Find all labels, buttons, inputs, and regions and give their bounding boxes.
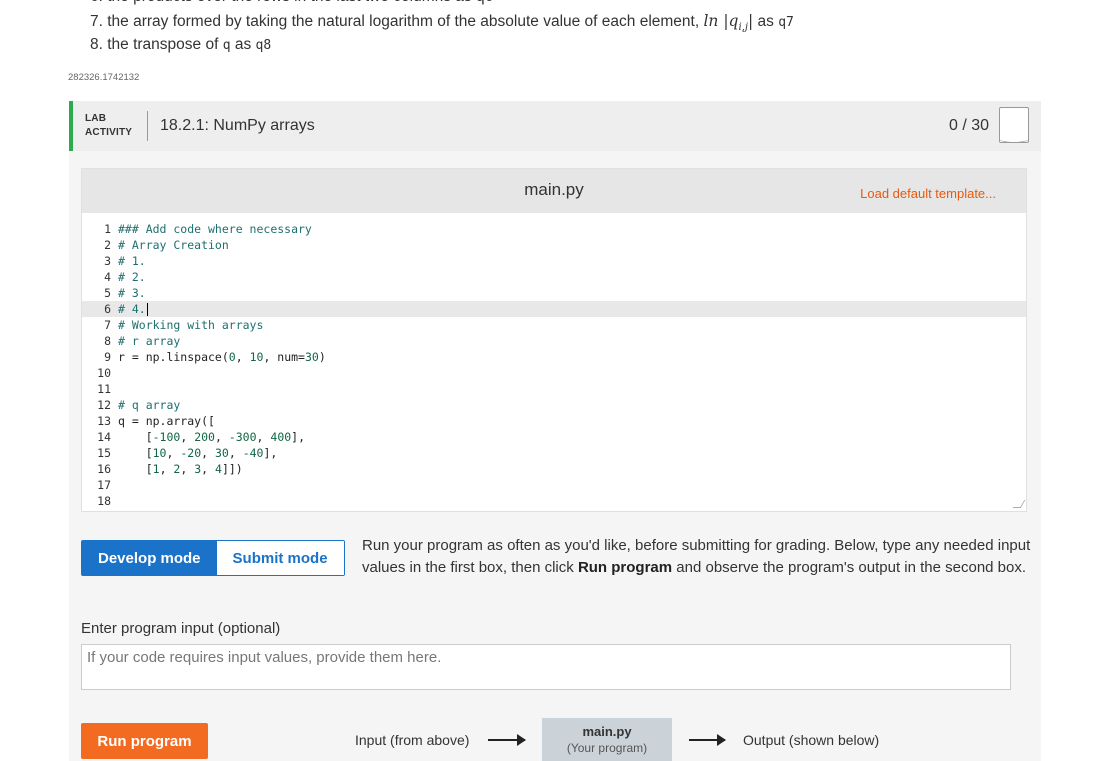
- code-text: [10, -20, 30, -40],: [118, 446, 278, 460]
- code-line[interactable]: 9 r = np.linspace(0, 10, num=30): [82, 349, 1026, 365]
- variable-q7: q7: [778, 15, 794, 30]
- code-line[interactable]: 7 # Working with arrays: [82, 317, 1026, 333]
- code-text: # r array: [118, 334, 181, 348]
- line-number: 16: [97, 462, 111, 476]
- instruction-line-8: 8. the transpose of q as q8: [90, 36, 272, 53]
- code-line[interactable]: 11: [82, 381, 1026, 397]
- mode-description: Run your program as often as you'd like,…: [362, 537, 1031, 576]
- code-line[interactable]: 13 q = np.array([: [82, 413, 1026, 429]
- code-text: # Working with arrays: [118, 318, 264, 332]
- line-number: 13: [97, 414, 111, 428]
- program-box: main.py (Your program): [542, 718, 672, 761]
- line-number: 4: [104, 270, 111, 284]
- lab-title: 18.2.1: NumPy arrays: [160, 117, 315, 134]
- instruction-text: 7. the array formed by taking the natura…: [90, 13, 704, 30]
- run-program-button[interactable]: Run program: [81, 723, 208, 759]
- code-editor: main.py Load default template... 1 ### Ad…: [81, 168, 1027, 512]
- code-line[interactable]: 4 # 2.: [82, 269, 1026, 285]
- line-number: 12: [97, 398, 111, 412]
- code-line[interactable]: 14 [-100, 200, -300, 400],: [82, 429, 1026, 445]
- code-text: # 1.: [118, 254, 146, 268]
- code-text: q = np.array([: [118, 414, 215, 428]
- code-text: # 3.: [118, 286, 146, 300]
- arrow-right-icon: [488, 734, 526, 746]
- instruction-line-6: 6. the products over the rows in the las…: [90, 0, 493, 8]
- program-subtitle: (Your program): [566, 741, 648, 755]
- line-number: 18: [97, 494, 111, 508]
- lab-activity-card: LAB ACTIVITY 18.2.1: NumPy arrays 0 / 30…: [69, 101, 1041, 761]
- line-number: 3: [104, 254, 111, 268]
- code-line[interactable]: 8 # r array: [82, 333, 1026, 349]
- line-number: 11: [97, 382, 111, 396]
- lab-header: LAB ACTIVITY 18.2.1: NumPy arrays 0 / 30: [69, 101, 1041, 151]
- flow-input-label: Input (from above): [355, 732, 470, 748]
- mode-toggle: Develop mode Submit mode: [81, 540, 345, 576]
- arrow-right-icon: [689, 734, 726, 746]
- code-line[interactable]: 10: [82, 365, 1026, 381]
- code-line[interactable]: 18: [82, 493, 1026, 509]
- variable-q8: q8: [255, 38, 272, 53]
- activity-stamp: 282326.1742132: [68, 72, 140, 83]
- line-number: 14: [97, 430, 111, 444]
- load-default-template-link[interactable]: Load default template...: [860, 186, 996, 201]
- program-input-field[interactable]: [81, 644, 1011, 690]
- code-line[interactable]: 16 [1, 2, 3, 4]]): [82, 461, 1026, 477]
- code-text: # q array: [118, 398, 181, 412]
- text-cursor: [146, 303, 149, 316]
- line-number: 5: [104, 286, 111, 300]
- lab-score: 0 / 30: [948, 117, 989, 134]
- variable-q: q: [222, 38, 231, 53]
- line-number: 6: [104, 302, 111, 316]
- submit-mode-button[interactable]: Submit mode: [216, 541, 344, 575]
- code-text-area[interactable]: 1 ### Add code where necessary 2 # Array Cr…: [82, 221, 1026, 511]
- code-text: [-100, 200, -300, 400],: [118, 430, 306, 444]
- flow-output-label: Output (shown below): [743, 732, 880, 748]
- code-text: r = np.linspace(0, 10, num=30): [118, 350, 326, 364]
- code-line[interactable]: 6 # 4.: [82, 301, 1026, 317]
- math-expression: ln |qi,j|: [703, 12, 754, 34]
- line-number: 10: [97, 366, 111, 380]
- program-input-label: Enter program input (optional): [81, 620, 281, 637]
- code-line[interactable]: 3 # 1.: [82, 253, 1026, 269]
- line-number: 8: [104, 334, 111, 348]
- line-number: 1: [104, 222, 111, 236]
- line-number: 2: [104, 238, 111, 252]
- line-number: 17: [97, 478, 111, 492]
- develop-mode-button[interactable]: Develop mode: [82, 541, 217, 575]
- editor-header: main.py Load default template...: [82, 169, 1026, 213]
- line-number: 9: [104, 350, 111, 364]
- code-line[interactable]: 1 ### Add code where necessary: [82, 221, 1026, 237]
- lab-badge: LAB ACTIVITY: [85, 113, 133, 138]
- program-name: main.py: [582, 724, 632, 739]
- header-divider: [147, 111, 148, 141]
- code-line[interactable]: 2 # Array Creation: [82, 237, 1026, 253]
- code-text: # 2.: [118, 270, 146, 284]
- code-text: [1, 2, 3, 4]]): [118, 462, 243, 476]
- code-line[interactable]: 5 # 3.: [82, 285, 1026, 301]
- code-line[interactable]: 12 # q array: [82, 397, 1026, 413]
- code-text: # Array Creation: [118, 238, 229, 252]
- code-line[interactable]: 17: [82, 477, 1026, 493]
- code-line[interactable]: 15 [10, -20, 30, -40],: [82, 445, 1026, 461]
- line-number: 15: [97, 446, 111, 460]
- code-text: ### Add code where necessary: [118, 222, 312, 236]
- completion-box-icon: [999, 107, 1029, 143]
- line-number: 7: [104, 318, 111, 332]
- code-text: # 4.: [118, 302, 146, 316]
